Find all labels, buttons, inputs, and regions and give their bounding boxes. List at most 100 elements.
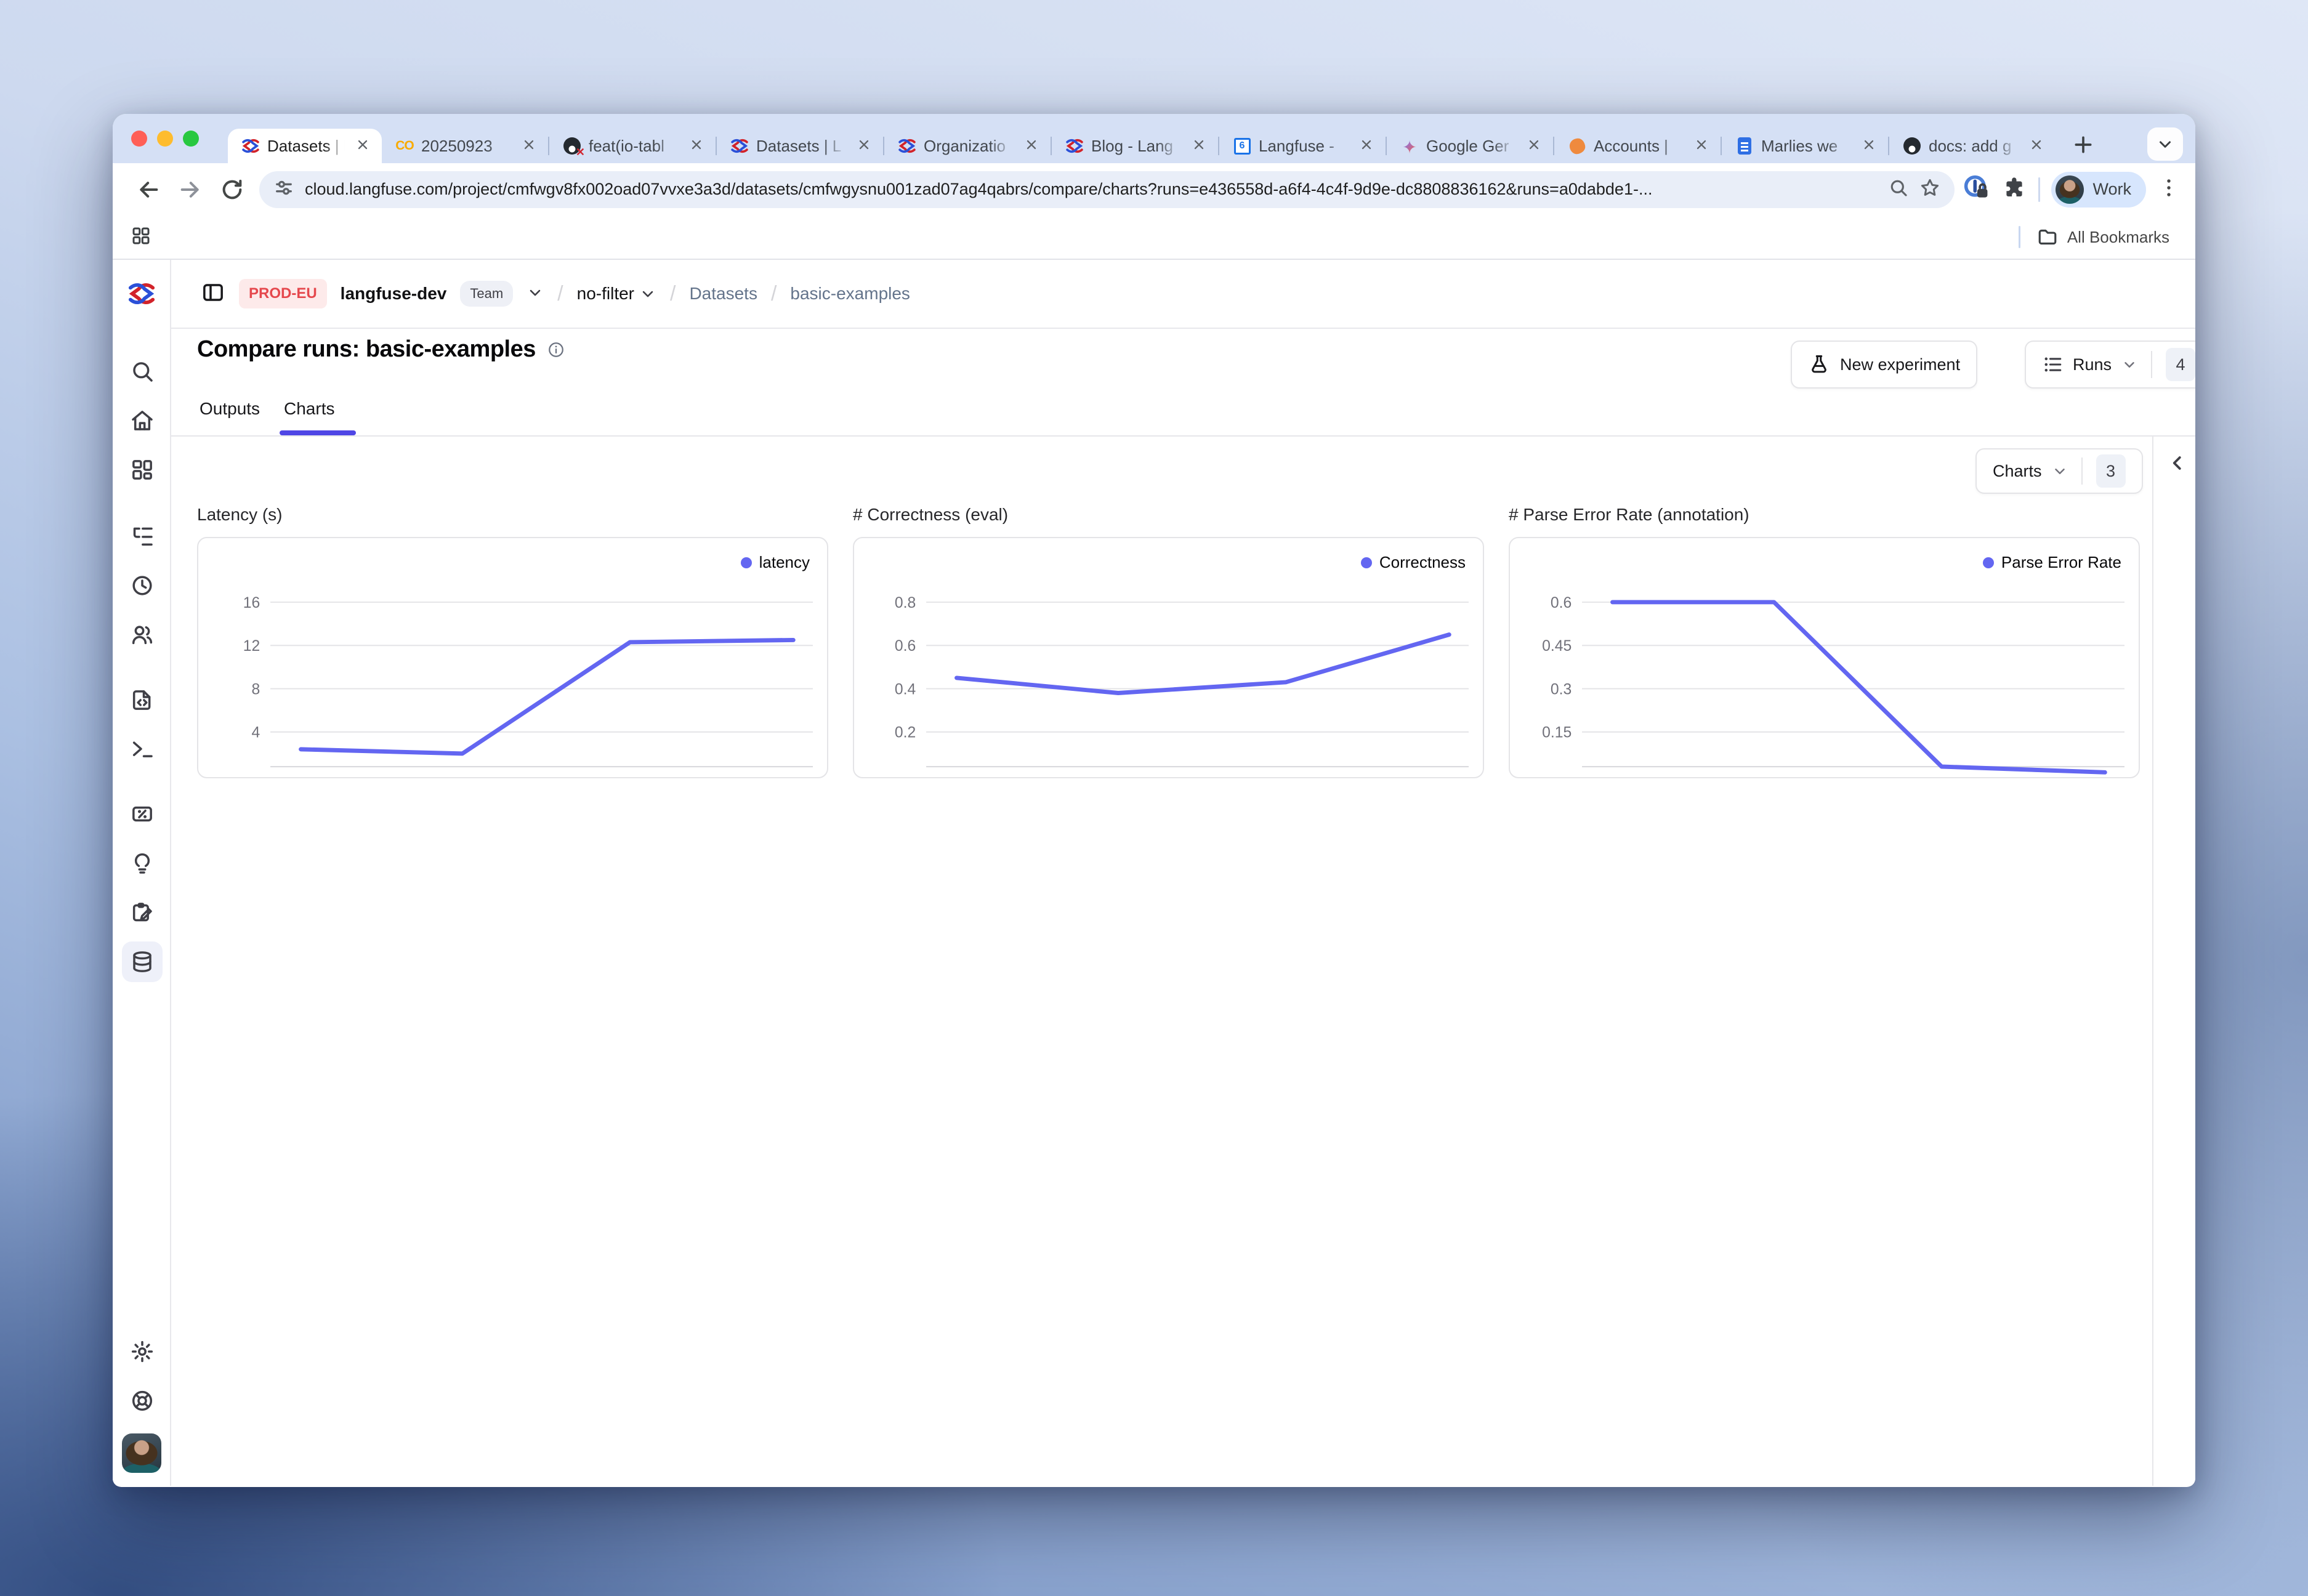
browser-tab[interactable]: CO20250923	[382, 129, 548, 163]
minimize-window-button[interactable]	[157, 131, 173, 147]
chevron-down-icon	[2121, 357, 2137, 373]
chart-title: # Parse Error Rate (annotation)	[1509, 505, 2140, 525]
password-manager-icon[interactable]	[1963, 174, 1990, 204]
sidebar-item-support[interactable]	[129, 1388, 155, 1414]
project-switcher[interactable]: no-filter	[577, 284, 656, 304]
new-tab-button[interactable]	[2071, 132, 2096, 160]
datasets-icon	[130, 949, 155, 974]
info-icon[interactable]	[547, 341, 565, 359]
tab-close-icon[interactable]	[355, 137, 371, 156]
users-icon	[130, 623, 155, 647]
browser-menu-icon[interactable]	[2157, 176, 2181, 203]
browser-tab[interactable]: Accounts |	[1554, 129, 1721, 163]
sidebar-item-dashboards[interactable]	[129, 457, 155, 483]
breadcrumb-dataset-name[interactable]: basic-examples	[790, 284, 910, 304]
sidebar-item-datasets[interactable]	[122, 941, 163, 982]
colab-icon: CO	[395, 137, 414, 155]
svg-text:0.45: 0.45	[1542, 638, 1572, 655]
sidebar-item-evaluation[interactable]	[129, 801, 155, 827]
collapse-panel-icon[interactable]	[2166, 452, 2189, 477]
chart-legend: Correctness	[1361, 553, 1466, 572]
github-pr-icon: ✕	[563, 137, 581, 155]
user-avatar[interactable]	[122, 1433, 161, 1473]
reload-button[interactable]	[211, 177, 253, 202]
charts-selector-button[interactable]: Charts 3	[1975, 448, 2143, 494]
browser-tab[interactable]: ✦Google Ger	[1387, 129, 1553, 163]
profile-chip[interactable]: Work	[2051, 172, 2146, 208]
svg-text:0.4: 0.4	[895, 681, 916, 698]
browser-tab[interactable]: Blog - Lang	[1052, 129, 1218, 163]
tab-close-icon[interactable]	[688, 137, 704, 156]
sidebar-item-annotation[interactable]	[129, 900, 155, 925]
bookmark-star-icon[interactable]	[1919, 177, 1941, 202]
chart-correctness: # Correctness (eval) Correctness 0.80.60…	[853, 505, 1484, 778]
legend-dot	[1361, 557, 1372, 568]
playground-icon	[130, 737, 155, 762]
url-text[interactable]: cloud.langfuse.com/project/cmfwgv8fx002o…	[305, 180, 1878, 199]
sidebar-item-playground[interactable]	[129, 736, 155, 762]
all-bookmarks-button[interactable]: All Bookmarks	[2036, 226, 2178, 248]
chart-legend: Parse Error Rate	[1983, 553, 2121, 572]
breadcrumb-datasets-link[interactable]: Datasets	[689, 284, 757, 304]
sidebar-item-tracing[interactable]	[129, 523, 155, 549]
org-switcher-chevron-icon[interactable]	[527, 284, 544, 304]
new-experiment-button[interactable]: New experiment	[1791, 341, 1977, 389]
back-button[interactable]	[127, 177, 169, 202]
langfuse-logo-icon[interactable]	[127, 280, 156, 311]
chart-title: Latency (s)	[197, 505, 828, 525]
tab-close-icon[interactable]	[521, 137, 537, 156]
tab-charts[interactable]: Charts	[284, 399, 334, 419]
maximize-window-button[interactable]	[183, 131, 199, 147]
browser-tab[interactable]: ✕feat(io-tabl	[549, 129, 716, 163]
tracing-icon	[130, 524, 155, 549]
tab-close-icon[interactable]	[1191, 137, 1207, 156]
line-chart[interactable]: 0.80.60.40.2	[854, 538, 1483, 777]
tab-close-icon[interactable]	[856, 137, 872, 156]
browser-tab[interactable]: Datasets | L	[717, 129, 883, 163]
gcal-icon: 6	[1233, 137, 1251, 155]
forward-button[interactable]	[169, 177, 211, 202]
right-panel-divider	[2152, 437, 2153, 1486]
browser-tab[interactable]: 6Langfuse -	[1219, 129, 1386, 163]
profile-avatar	[2056, 175, 2084, 204]
tab-search-button[interactable]	[2147, 127, 2183, 161]
close-window-button[interactable]	[131, 131, 147, 147]
toolbar-separator	[2038, 177, 2040, 202]
tab-close-icon[interactable]	[1526, 137, 1542, 156]
url-bar[interactable]: cloud.langfuse.com/project/cmfwgv8fx002o…	[259, 171, 1955, 208]
browser-tab[interactable]: Datasets | L	[228, 129, 382, 163]
apps-grid-icon[interactable]	[130, 225, 152, 250]
sidebar-item-prompts[interactable]	[129, 687, 155, 713]
tab-close-icon[interactable]	[1693, 137, 1709, 156]
sidebar-item-users[interactable]	[129, 622, 155, 648]
site-settings-icon[interactable]	[273, 177, 295, 202]
browser-tab[interactable]: Marlies we	[1722, 129, 1888, 163]
browser-toolbar: cloud.langfuse.com/project/cmfwgv8fx002o…	[113, 163, 2195, 216]
sidebar-item-settings[interactable]	[129, 1339, 155, 1364]
prompts-icon	[130, 688, 155, 712]
sidebar-item-search[interactable]	[129, 358, 155, 384]
browser-tab[interactable]: docs: add g	[1889, 129, 2056, 163]
browser-tab[interactable]: Organizatio	[884, 129, 1051, 163]
folder-icon	[2040, 231, 2056, 244]
zoom-page-icon[interactable]	[1888, 177, 1909, 201]
line-chart[interactable]: 161284	[198, 538, 827, 777]
tab-close-icon[interactable]	[1023, 137, 1039, 156]
tab-close-icon[interactable]	[2028, 137, 2044, 156]
runs-selector-button[interactable]: Runs 4	[2025, 341, 2195, 389]
sessions-icon	[130, 573, 155, 598]
line-chart[interactable]: 0.60.450.30.15	[1510, 538, 2139, 777]
panel-toggle-icon[interactable]	[201, 280, 225, 308]
flask-icon	[1808, 353, 1830, 376]
extensions-puzzle-icon[interactable]	[2001, 175, 2027, 204]
organization-name[interactable]: langfuse-dev	[341, 284, 447, 304]
sidebar-item-insights[interactable]	[129, 850, 155, 876]
tabs-divider	[171, 435, 2195, 437]
sidebar-item-home[interactable]	[129, 408, 155, 433]
tab-close-icon[interactable]	[1358, 137, 1374, 156]
tab-close-icon[interactable]	[1861, 137, 1877, 156]
svg-text:8: 8	[251, 681, 260, 698]
home-icon	[130, 408, 155, 433]
sidebar-item-sessions[interactable]	[129, 573, 155, 598]
tab-outputs[interactable]: Outputs	[200, 399, 260, 419]
